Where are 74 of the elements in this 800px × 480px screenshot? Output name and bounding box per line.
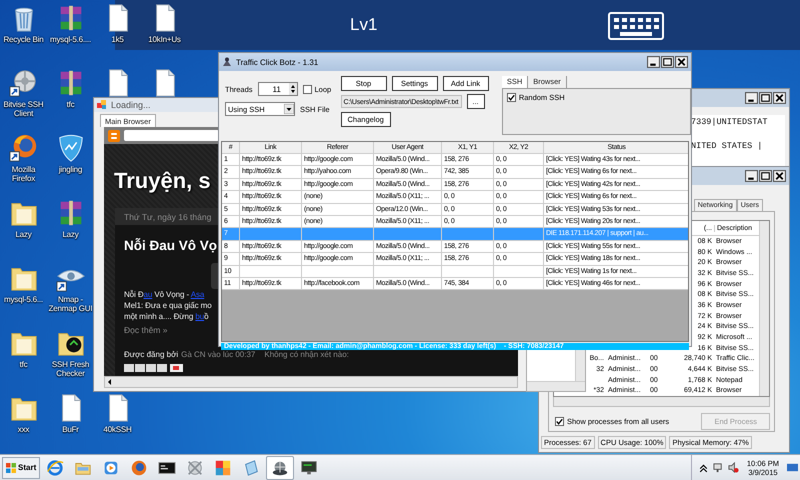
- desktop-icon-label[interactable]: 1k5: [94, 35, 140, 44]
- excerpt-line: Nỗi Đau Vô Vọng - Asa: [124, 289, 206, 300]
- desktop-icon-label[interactable]: Lazy: [48, 230, 94, 239]
- text-line: 7339|UNITEDSTAT: [691, 117, 769, 127]
- desktop-icon-label[interactable]: Nmap - Zenmap GUI: [48, 295, 94, 313]
- globe-icon[interactable]: [8, 133, 38, 163]
- desktop-icon-label[interactable]: mysql-5.6...: [0, 295, 46, 304]
- play-icon[interactable]: [102, 458, 120, 476]
- comments-link[interactable]: Không có nhận xét nào:: [264, 350, 349, 359]
- checkbox[interactable]: [302, 84, 312, 94]
- desktop-icon-label[interactable]: Lazy: [0, 230, 46, 239]
- gear-icon[interactable]: [8, 68, 38, 98]
- vertical-scrollbar[interactable]: [759, 221, 769, 396]
- globe-icon[interactable]: [271, 458, 290, 476]
- post-title[interactable]: Nỗi Đau Vô Vọ: [124, 238, 218, 253]
- excerpt-line: Mel1: Đưa e qua giấc mo: [124, 300, 212, 311]
- notepad-icon[interactable]: [242, 458, 260, 476]
- app-icon: [97, 100, 107, 110]
- dropdown-arrow-icon[interactable]: [284, 104, 294, 114]
- horizontal-scrollbar[interactable]: [104, 376, 518, 388]
- maximize-icon[interactable]: [759, 170, 772, 182]
- window-title: Loading...: [111, 100, 151, 110]
- desktop-icon-label[interactable]: tfc: [48, 100, 94, 109]
- desktop-icon-label[interactable]: BuFr: [48, 425, 94, 434]
- windows-logo-icon: [6, 462, 16, 472]
- globe-icon[interactable]: [130, 458, 148, 476]
- share-buttons-drawing[interactable]: [124, 364, 184, 372]
- minimize-icon[interactable]: [647, 56, 660, 68]
- network-icon[interactable]: [712, 462, 724, 473]
- post-date: Thứ Tư, ngày 16 tháng: [123, 212, 212, 222]
- byline-author[interactable]: Gà CN vào lúc 00:37: [181, 350, 256, 359]
- desktop-icon-label[interactable]: 10kIn+Us: [142, 35, 188, 44]
- start-button[interactable]: Start: [2, 456, 40, 478]
- blog-logo-icon[interactable]: [108, 130, 120, 142]
- checkbox[interactable]: [506, 93, 516, 102]
- taskbar-button[interactable]: [266, 456, 294, 480]
- desktop-icon-label[interactable]: Mozilla Firefox: [0, 165, 46, 183]
- read-more-link[interactable]: Đọc thêm »: [124, 325, 168, 335]
- horizontal-scrollbar[interactable]: [527, 381, 585, 391]
- blog-title: Truyện, s: [114, 168, 211, 194]
- desktop-icon-label[interactable]: jingling: [48, 165, 94, 174]
- checkbox[interactable]: [555, 417, 564, 426]
- browser-icon[interactable]: [46, 458, 64, 476]
- desktop-icon-label[interactable]: SSH Fresh Checker: [48, 360, 94, 378]
- app-icon: [222, 57, 232, 67]
- chevron-up-icon[interactable]: [698, 462, 709, 473]
- close-icon[interactable]: [773, 92, 786, 104]
- show-desktop-icon[interactable]: [787, 462, 798, 473]
- keyboard-icon[interactable]: [608, 12, 664, 40]
- vertical-scrollbar[interactable]: [575, 347, 585, 381]
- tiles-icon[interactable]: [214, 458, 232, 476]
- threads-spinner[interactable]: 11: [258, 82, 298, 96]
- left-arrow-icon[interactable]: [107, 379, 113, 385]
- speaker-muted-icon[interactable]: [728, 462, 739, 473]
- session-title: Lv1: [350, 15, 378, 35]
- monitor-icon[interactable]: [300, 458, 318, 476]
- desktop-icon-label[interactable]: tfc: [0, 360, 46, 369]
- minimize-icon[interactable]: [745, 92, 758, 104]
- desktop-icon-label[interactable]: Bitvise SSH Client: [0, 100, 46, 118]
- desktop-icon-label[interactable]: xxx: [0, 425, 46, 434]
- desktop-icon-label[interactable]: 40kSSH: [94, 425, 140, 434]
- maximize-icon[interactable]: [661, 56, 674, 68]
- desktop-icon-label[interactable]: mysql-5.6....: [48, 35, 94, 44]
- close-icon[interactable]: [675, 56, 688, 68]
- search-field[interactable]: [124, 130, 219, 141]
- desktop-icon-label[interactable]: Recycle Bin: [0, 35, 46, 44]
- horizontal-scrollbar[interactable]: [553, 397, 770, 408]
- minimize-icon[interactable]: [745, 170, 758, 182]
- byline-label: Được đăng bởi: [124, 350, 178, 359]
- window-title: Traffic Click Botz - 1.31: [236, 58, 318, 66]
- spinner-arrows-icon[interactable]: [288, 83, 297, 95]
- close-icon[interactable]: [773, 170, 786, 182]
- maximize-icon[interactable]: [759, 92, 772, 104]
- excerpt-line: một mình a.... Đừng buồ: [124, 311, 210, 322]
